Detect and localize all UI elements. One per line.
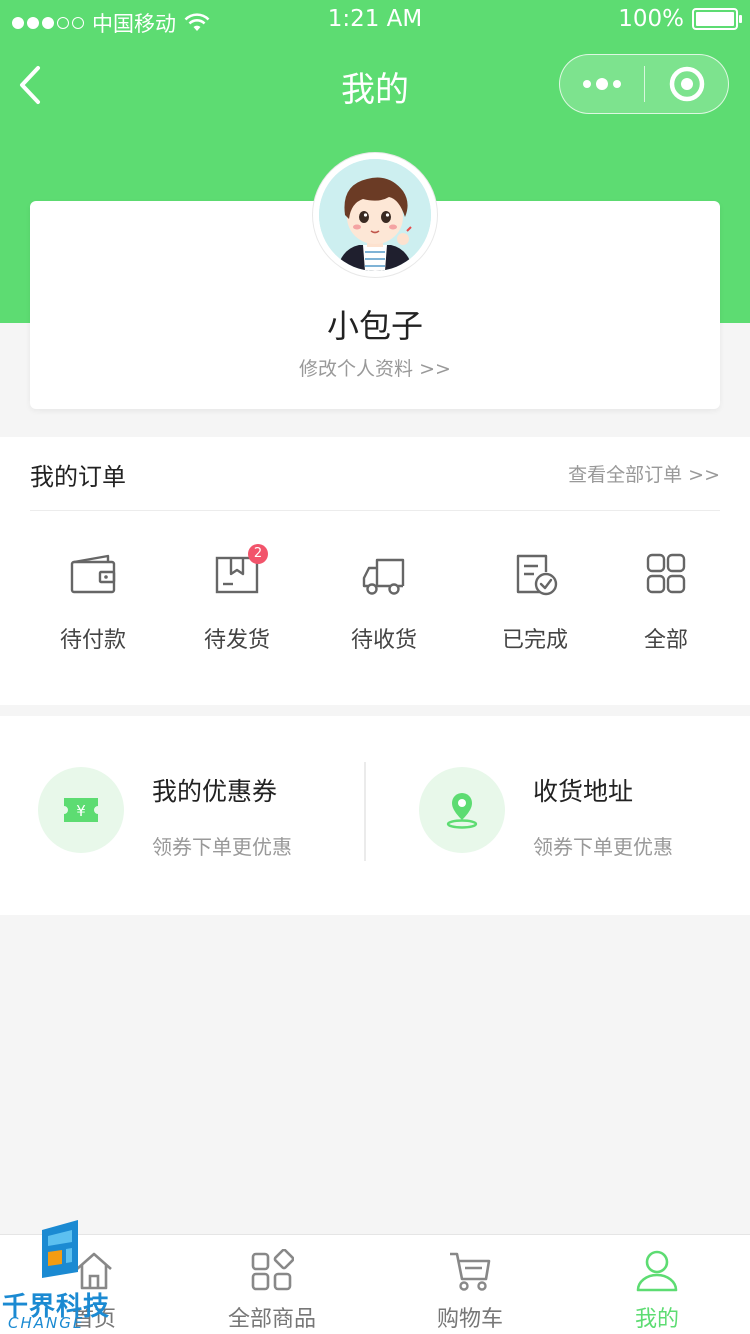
tab-label: 购物车 [436,1307,503,1332]
wallet-icon [70,554,116,594]
coupon-icon: ¥ [64,798,98,822]
order-item-label: 待付款 [59,628,127,653]
navigation-bar: 我的 [0,40,750,130]
truck-icon [362,558,405,595]
check-document-icon [516,554,558,596]
tab-mine[interactable]: 我的 [582,1249,732,1333]
coupon-icon-circle: ¥ [38,767,124,853]
address-entry[interactable]: 收货地址 领券下单更优惠 [381,716,750,915]
order-badge: 2 [247,544,268,564]
order-all[interactable]: 全部 [641,552,691,654]
svg-text:¥: ¥ [76,802,86,820]
cart-icon [450,1252,491,1291]
orders-section: 我的订单 查看全部订单 >> 待付款 2 待发货 待收货 已完成 全部 [0,437,750,705]
user-icon [636,1250,678,1292]
categories-icon [251,1249,294,1291]
view-all-orders-link[interactable]: 查看全部订单 >> [568,460,720,487]
tab-cart[interactable]: 购物车 [395,1249,545,1333]
services-section: ¥ 我的优惠券 领券下单更优惠 收货地址 领券下单更优惠 [0,716,750,915]
order-pending-shipment[interactable]: 2 待发货 [203,544,271,654]
battery-icon [692,8,742,30]
order-pending-receipt[interactable]: 待收货 [351,552,417,654]
close-button[interactable] [645,55,728,113]
username: 小包子 [326,307,423,345]
tab-label: 全部商品 [227,1307,316,1332]
watermark-logo: 千界科技 CHANGE [2,1216,132,1332]
location-icon-circle [419,767,505,853]
order-item-label: 待收货 [350,628,418,653]
watermark-icon [42,1220,78,1278]
service-subtitle: 领券下单更优惠 [533,835,673,859]
tab-all-products[interactable]: 全部商品 [197,1249,347,1333]
avatar[interactable] [313,153,437,277]
service-title: 收货地址 [533,777,634,806]
watermark-subtext: CHANGE [8,1314,85,1332]
order-pending-payment[interactable]: 待付款 [60,552,126,654]
order-item-label: 全部 [643,628,688,653]
avatar-image [319,159,431,271]
location-icon [446,793,478,829]
battery-percent: 100% [618,6,684,32]
order-item-label: 待发货 [203,628,271,653]
coupons-entry[interactable]: ¥ 我的优惠券 领券下单更优惠 [0,716,364,915]
services-divider [364,762,366,861]
target-close-icon [669,66,704,102]
status-bar: 中国移动 1:21 AM 100% [0,0,750,40]
service-title: 我的优惠券 [152,777,278,806]
orders-divider [30,510,720,511]
order-item-label: 已完成 [501,628,569,653]
service-subtitle: 领券下单更优惠 [152,835,292,859]
orders-title: 我的订单 [30,463,126,491]
order-completed[interactable]: 已完成 [502,552,568,654]
mini-program-capsule [559,54,729,114]
edit-profile-link[interactable]: 修改个人资料 >> [30,354,720,381]
status-right: 100% [618,6,742,32]
grid-icon [646,553,686,594]
tab-label: 我的 [634,1307,679,1332]
more-button[interactable] [560,55,644,113]
